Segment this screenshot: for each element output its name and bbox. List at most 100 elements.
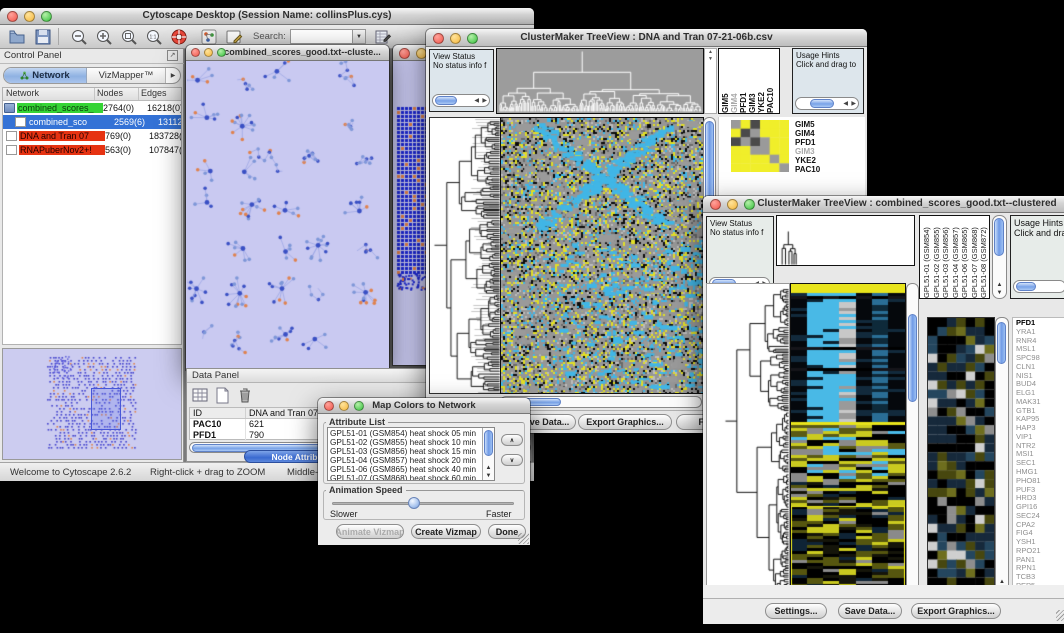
tv2-settings-button[interactable]: Settings...: [765, 603, 827, 619]
minimize-icon[interactable]: [204, 48, 213, 57]
treeview1-titlebar[interactable]: ClusterMaker TreeView : DNA and Tran 07-…: [426, 29, 867, 47]
window-controls[interactable]: [191, 48, 226, 57]
tv1-column-label[interactable]: PFD1: [739, 49, 748, 113]
tv2-zoom-heatmap-canvas[interactable]: [927, 317, 995, 596]
animate-vizmap-button[interactable]: Animate Vizmap: [336, 524, 404, 539]
tv1-row-label[interactable]: GIM5: [795, 120, 820, 129]
dialog-titlebar[interactable]: Map Colors to Network: [318, 398, 530, 414]
minimize-icon[interactable]: [339, 401, 349, 411]
minimize-icon[interactable]: [727, 199, 738, 210]
tv1-column-label[interactable]: GIM3: [748, 49, 757, 113]
tv1-column-label[interactable]: GIM5: [721, 49, 730, 113]
tv2-column-label[interactable]: GPL51-03 (GSM856): [941, 216, 951, 298]
attribute-item[interactable]: GPL51-01 (GSM854) heat shock 05 min: [330, 429, 494, 438]
scroll-up-icon[interactable]: ▲: [993, 281, 1006, 289]
animation-slider-track[interactable]: [332, 502, 514, 505]
attribute-item[interactable]: GPL51-02 (GSM855) heat shock 10 min: [330, 438, 494, 447]
attribute-batch-icon[interactable]: [374, 28, 392, 46]
resize-grip-icon[interactable]: [518, 533, 529, 544]
scrollbar-thumb[interactable]: [997, 322, 1006, 364]
zoom-out-icon[interactable]: [70, 28, 88, 46]
delete-attribute-trash-icon[interactable]: [236, 386, 254, 404]
tv1-row-label[interactable]: GIM3: [795, 147, 820, 156]
tv1-column-dendrogram-canvas[interactable]: [496, 48, 704, 114]
network-overview-panel[interactable]: [2, 348, 182, 460]
tv2-column-dendrogram-canvas[interactable]: [779, 230, 799, 265]
float-panel-icon[interactable]: ↗: [167, 50, 178, 61]
scroll-up-icon[interactable]: ▲: [705, 49, 716, 56]
tv2-label-vscrollbar[interactable]: ▲ ▼: [992, 215, 1007, 299]
scroll-down-icon[interactable]: ▼: [705, 56, 716, 63]
tv2-column-label[interactable]: GPL51-01 (GSM854): [922, 216, 932, 298]
attribute-item[interactable]: GPL51-07 (GSM868) heat shock 60 min: [330, 474, 494, 481]
tv1-heatmap-canvas[interactable]: [500, 117, 704, 394]
tv2-export-graphics-button[interactable]: Export Graphics...: [911, 603, 1001, 619]
zoom-selected-icon[interactable]: [120, 28, 138, 46]
network-row[interactable]: DNA and Tran 07769(0)183728(0): [3, 129, 181, 143]
tv1-column-label[interactable]: PAC10: [766, 49, 775, 113]
scroll-left-icon[interactable]: ◀: [843, 99, 848, 109]
tv1-row-dendrogram-canvas[interactable]: [429, 117, 501, 394]
main-titlebar[interactable]: Cytoscape Desktop (Session Name: collins…: [0, 8, 534, 25]
close-icon[interactable]: [324, 401, 334, 411]
attribute-listbox[interactable]: GPL51-01 (GSM854) heat shock 05 minGPL51…: [327, 427, 495, 481]
annotation-icon[interactable]: [225, 28, 243, 46]
tab-network[interactable]: Network: [4, 68, 87, 83]
network-manager-icon[interactable]: [200, 28, 218, 46]
attribute-table-icon[interactable]: [192, 387, 209, 404]
zoom-fit-icon[interactable]: 1:1: [145, 28, 163, 46]
save-icon[interactable]: [34, 28, 52, 46]
close-icon[interactable]: [710, 199, 721, 210]
data-col-id[interactable]: ID: [190, 408, 246, 418]
zoom-in-icon[interactable]: [95, 28, 113, 46]
tv1-status-scrollbar[interactable]: ◀ ▶: [432, 94, 490, 107]
treeview2-titlebar[interactable]: ClusterMaker TreeView : combined_scores_…: [703, 196, 1064, 213]
close-icon[interactable]: [191, 48, 200, 57]
tv2-column-label[interactable]: GPL51-07 (GSM868): [970, 216, 980, 298]
col-header-edges[interactable]: Edges: [139, 88, 181, 100]
tv2-heatmap-canvas[interactable]: [790, 283, 906, 602]
close-icon[interactable]: [7, 11, 18, 22]
attribute-list-vscrollbar[interactable]: ▲ ▼: [482, 428, 494, 480]
tv1-zoom-heatmap-canvas[interactable]: [731, 120, 789, 172]
network-row[interactable]: combined_sco2569(6)13112(15): [3, 115, 181, 129]
tv1-column-label[interactable]: GIM4: [730, 49, 739, 113]
scroll-right-icon[interactable]: ▶: [851, 99, 856, 109]
window-controls[interactable]: [7, 11, 52, 22]
tv1-row-label[interactable]: GIM4: [795, 129, 820, 138]
search-input[interactable]: [290, 29, 352, 44]
col-header-network[interactable]: Network: [3, 88, 95, 100]
close-icon[interactable]: [399, 48, 410, 59]
new-attribute-icon[interactable]: [214, 387, 231, 404]
minimize-icon[interactable]: [24, 11, 35, 22]
scroll-down-icon[interactable]: ▼: [483, 472, 494, 480]
tv1-heatmap-hscrollbar[interactable]: [500, 396, 702, 408]
resize-grip-icon[interactable]: [1056, 610, 1064, 621]
col-header-nodes[interactable]: Nodes: [95, 88, 139, 100]
scroll-down-icon[interactable]: ▼: [993, 289, 1006, 297]
tab-overflow-arrow[interactable]: ▶: [165, 68, 180, 83]
network-grid-canvas[interactable]: [396, 105, 430, 291]
scrollbar-thumb[interactable]: [994, 218, 1004, 256]
tv1-row-label[interactable]: PFD1: [795, 138, 820, 147]
attribute-item[interactable]: GPL51-06 (GSM865) heat shock 40 min: [330, 465, 494, 474]
tv1-column-label[interactable]: YKE2: [757, 49, 766, 113]
tv1-export-graphics-button[interactable]: Export Graphics...: [578, 414, 672, 430]
overview-viewport-rect[interactable]: [91, 388, 121, 430]
zoom-window-icon[interactable]: [41, 11, 52, 22]
scrollbar-thumb[interactable]: [908, 314, 917, 402]
animation-slider-thumb[interactable]: [408, 497, 420, 509]
attribute-item[interactable]: GPL51-04 (GSM857) heat shock 20 min: [330, 456, 494, 465]
scrollbar-thumb[interactable]: [484, 430, 493, 456]
minimize-icon[interactable]: [450, 33, 461, 44]
open-file-icon[interactable]: [8, 28, 26, 46]
tv2-row-dendrogram-canvas[interactable]: [706, 283, 790, 602]
tv2-gene-vscrollbar[interactable]: ▲ ▼: [995, 317, 1009, 596]
tab-vizmapper[interactable]: VizMapper™: [87, 68, 165, 83]
attribute-move-up-button[interactable]: ∧: [501, 434, 523, 446]
tv2-column-label[interactable]: GPL51-08 (GSM872): [979, 216, 989, 298]
tv1-usage-scrollbar[interactable]: ◀ ▶: [795, 97, 859, 110]
scrollbar-thumb[interactable]: [810, 99, 834, 108]
network-row[interactable]: RNAPuberNov2+!563(0)107847(0): [3, 143, 181, 157]
scrollbar-thumb[interactable]: [1016, 282, 1036, 291]
